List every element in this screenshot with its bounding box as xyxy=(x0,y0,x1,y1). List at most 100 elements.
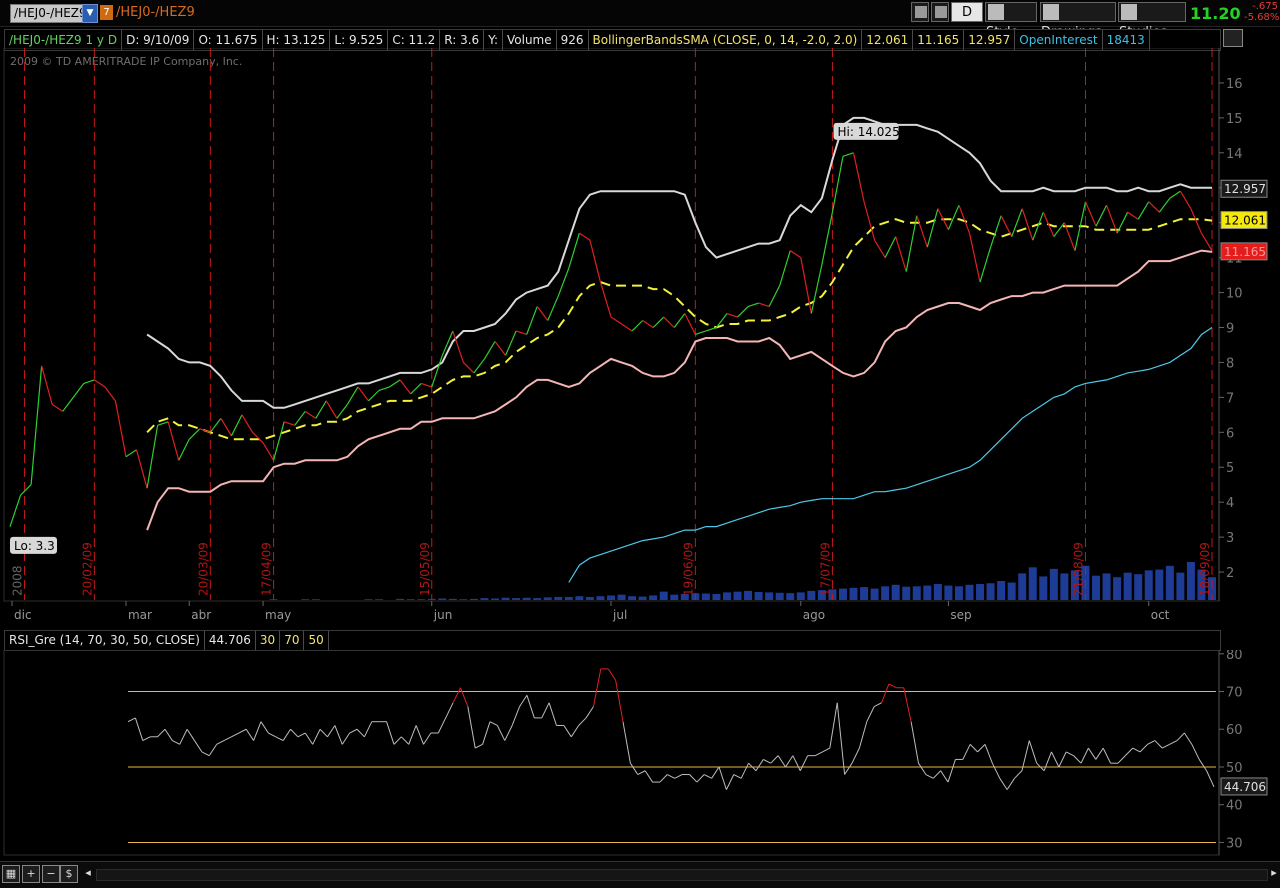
symbol-input[interactable]: /HEJ0-/HEZ9 xyxy=(10,4,91,23)
rsi-line-segment xyxy=(127,717,136,723)
rsi-axis-tick-label: 40 xyxy=(1226,799,1243,814)
rsi-line-segment xyxy=(799,755,809,771)
high-annotation: Hi: 14.025 xyxy=(838,125,900,139)
aggregation-button[interactable]: D xyxy=(951,2,983,22)
currency-button[interactable]: $ xyxy=(60,865,78,883)
price-line-segment xyxy=(178,439,190,461)
info-oi-value: 18413 xyxy=(1103,30,1150,50)
price-chart[interactable]: 2008 20/02/09 20/03/09 17/04/09 15/05/09 19/0… xyxy=(0,48,1280,628)
price-line-segment xyxy=(157,421,169,426)
volume-bar xyxy=(628,596,637,600)
price-line-segment xyxy=(589,240,602,283)
rsi-line-segment xyxy=(674,774,683,779)
info-symbol-period[interactable]: /HEJ0-/HEZ9 1 y D xyxy=(5,30,123,50)
rsi-chart[interactable]: 30 40 50 60 70 80 44.706 xyxy=(0,650,1280,860)
rsi-line-segment xyxy=(659,774,668,783)
price-line-segment xyxy=(357,386,369,402)
rsi-line-segment xyxy=(415,725,424,745)
volume-bar xyxy=(396,598,405,600)
magnifier-icon: + xyxy=(26,867,36,880)
price-line-segment xyxy=(1127,211,1139,220)
drawings-button[interactable]: Drawings xyxy=(1040,2,1116,40)
rsi-line-segment xyxy=(290,728,299,738)
rsi-line-segment xyxy=(511,706,521,726)
rsi-axis-tick-label: 70 xyxy=(1226,686,1243,701)
rsi-line-segment xyxy=(1206,770,1215,788)
rsi-line-segment xyxy=(172,740,180,745)
rsi-line-segment xyxy=(777,755,786,768)
info-range: R: 3.6 xyxy=(440,30,485,50)
rsi-study-label[interactable]: RSI_Gre (14, 70, 30, 50, CLOSE) xyxy=(5,631,205,650)
zoom-in-button[interactable]: + xyxy=(22,865,40,883)
low-annotation: Lo: 3.3 xyxy=(14,539,55,553)
price-line-segment xyxy=(1200,232,1213,251)
price-line-segment xyxy=(926,208,939,248)
price-line-segment xyxy=(167,421,180,461)
price-axis-tick-label: 2 xyxy=(1226,566,1234,581)
price-axis-tick-label: 4 xyxy=(1226,496,1234,511)
info-bollinger-label[interactable]: BollingerBandsSMA (CLOSE, 0, 14, -2.0, 2… xyxy=(589,30,863,50)
grid-layout-button[interactable]: ▦ xyxy=(2,865,20,883)
price-line-segment xyxy=(1042,211,1055,237)
zoom-tool-button[interactable] xyxy=(911,2,929,22)
rsi-line-segment xyxy=(157,728,166,738)
zoom-out-button[interactable]: − xyxy=(42,865,60,883)
volume-bar xyxy=(585,596,594,600)
rsi-line-segment xyxy=(1102,747,1112,764)
info-high: H: 13.125 xyxy=(263,30,331,50)
rsi-line-segment xyxy=(437,717,447,734)
rsi-line-segment xyxy=(770,755,779,764)
volume-bar xyxy=(1018,573,1027,600)
price-line-segment xyxy=(884,236,897,258)
volume-bar xyxy=(438,598,447,600)
rsi-line-segment xyxy=(474,743,483,749)
price-line-segment xyxy=(1179,190,1192,210)
price-line-segment xyxy=(1190,208,1203,234)
price-line-segment xyxy=(1000,215,1013,237)
rsi-line-segment xyxy=(962,744,971,760)
volume-bar xyxy=(1176,572,1185,600)
info-close: C: 11.2 xyxy=(388,30,441,50)
volume-bar xyxy=(659,591,668,600)
scroll-left-button[interactable]: ◂ xyxy=(80,865,96,881)
rsi-line-segment xyxy=(1043,751,1052,771)
time-axis-month-label: oct xyxy=(1151,608,1170,622)
rsi-line-segment xyxy=(881,683,890,704)
maximize-chart-button[interactable] xyxy=(1223,29,1243,47)
rsi-axis-tick-label: 30 xyxy=(1226,836,1243,851)
price-axis-tick-label: 15 xyxy=(1226,112,1243,127)
style-button[interactable]: Style xyxy=(985,2,1037,40)
price-line-segment xyxy=(726,312,738,318)
expiration-marker-label: 19/06/09 xyxy=(681,542,695,596)
volume-bar xyxy=(744,590,753,600)
rsi-axis-tick-label: 60 xyxy=(1226,723,1243,738)
rsi-line-segment xyxy=(592,668,602,707)
top-toolbar: /HEJ0-/HEZ9 ▼ 7 /HEJ0-/HEZ9 D Style Draw… xyxy=(0,0,1280,40)
rsi-line-segment xyxy=(334,725,343,745)
rsi-line-segment xyxy=(327,725,336,738)
price-line-segment xyxy=(51,403,64,412)
info-volume-label[interactable]: Volume xyxy=(503,30,557,50)
rsi-line-segment xyxy=(689,774,698,783)
rsi-line-segment xyxy=(1058,751,1067,768)
rsi-last-value-label: 44.706 xyxy=(1224,780,1266,794)
price-line-segment xyxy=(852,152,865,202)
horizontal-scrollbar[interactable] xyxy=(96,869,1268,881)
price-line-segment xyxy=(779,250,791,286)
info-date: D: 9/10/09 xyxy=(122,30,195,50)
info-oi-label[interactable]: OpenInterest xyxy=(1015,30,1103,50)
price-line-segment xyxy=(821,212,834,265)
scroll-right-button[interactable]: ▸ xyxy=(1266,865,1280,881)
price-axis-tick-label: 16 xyxy=(1226,77,1243,92)
cursor-tool-button[interactable] xyxy=(931,2,949,22)
symbol-dropdown-button[interactable]: ▼ xyxy=(82,4,98,23)
time-axis-month-label: abr xyxy=(191,608,211,622)
rsi-line-segment xyxy=(873,702,882,708)
price-line-segment xyxy=(252,431,264,444)
link-group-badge[interactable]: 7 xyxy=(100,5,113,20)
rsi-line-segment xyxy=(637,770,646,775)
rsi-line-segment xyxy=(1117,755,1126,764)
rsi-line-segment xyxy=(282,728,291,741)
studies-button[interactable]: Studies xyxy=(1118,2,1186,40)
last-price: 11.20 xyxy=(1190,4,1241,23)
